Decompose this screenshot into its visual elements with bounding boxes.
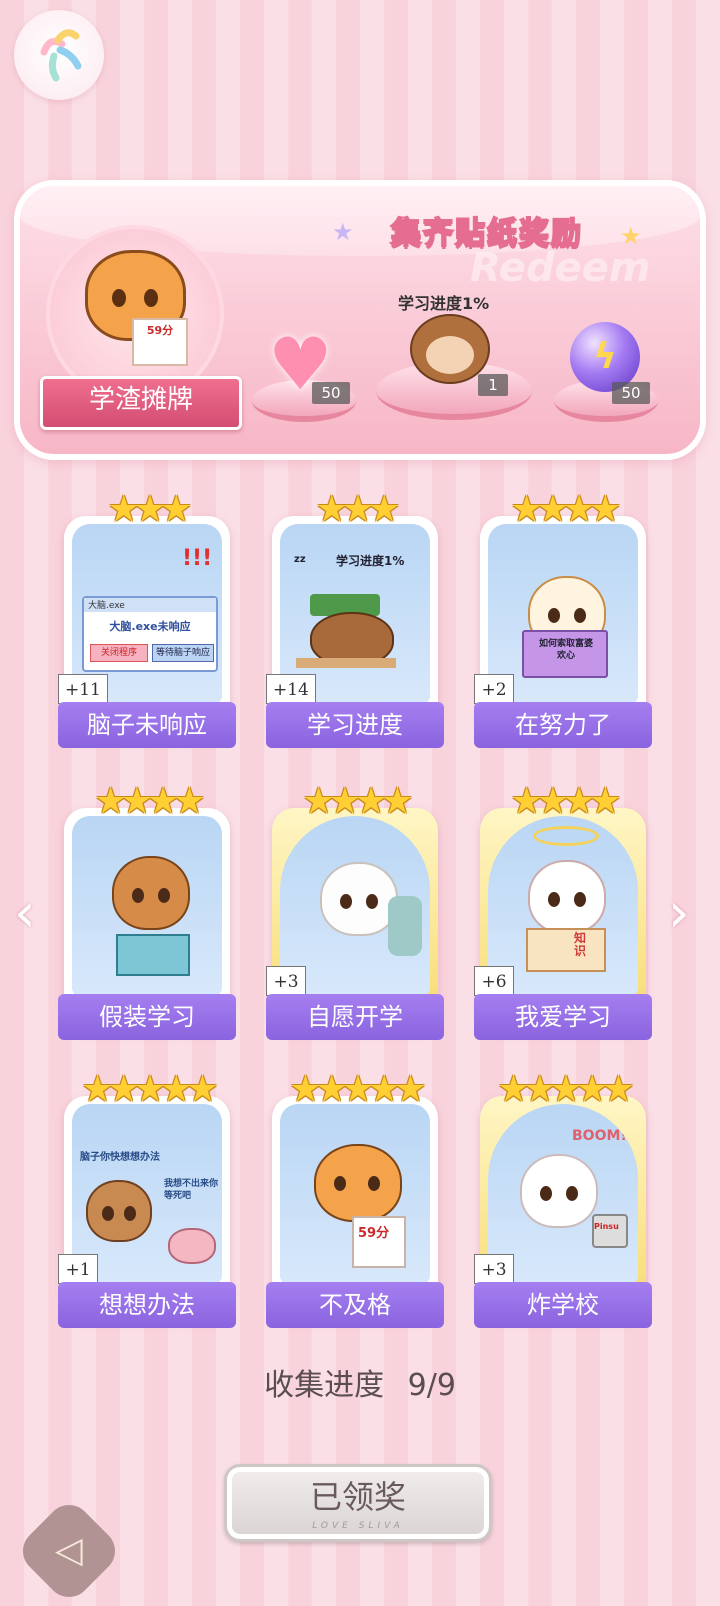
art-bubble-text: 脑子你快想想办法	[80, 1152, 160, 1163]
sticker-count: +11	[58, 674, 108, 704]
progress-label: 收集进度	[264, 1368, 385, 1403]
star-icon: ★	[332, 218, 354, 246]
claimed-button[interactable]: 已领奖 LOVE SLIVA	[224, 1464, 492, 1542]
sticker-name: 在努力了	[474, 702, 652, 748]
sticker-count: +14	[266, 674, 316, 704]
close-program-label: 关闭程序	[90, 644, 148, 662]
star-icon: ★	[620, 222, 642, 250]
sticker-art	[72, 816, 222, 996]
sticker-name: 学习进度	[266, 702, 444, 748]
reward-bubble-text: 学习进度1%	[398, 294, 490, 313]
sticker-card[interactable]: ★★★★★ 脑子你快想想办法 我想不出来你等死吧 +1 想想办法	[58, 1070, 236, 1328]
sticker-name: 假装学习	[58, 994, 236, 1040]
back-arrow-icon: ◁	[55, 1530, 83, 1571]
boom-text: BOOM!!	[572, 1128, 634, 1144]
progress-value: 9/9	[407, 1368, 456, 1403]
paper-score: 59分	[358, 1226, 390, 1241]
reward-count: 50	[612, 382, 650, 404]
art-bubble-text: 我想不出来你等死吧	[164, 1179, 219, 1201]
claimed-sub-label: LOVE SLIVA	[312, 1521, 404, 1531]
book-title: 如何索取富婆欢心	[538, 639, 593, 661]
sticker-name: 想想办法	[58, 1282, 236, 1328]
banner-title: 集齐贴纸奖励	[390, 215, 583, 252]
bomb-label: Pinsu	[594, 1222, 619, 1231]
window-title: 大脑.exe	[84, 598, 216, 612]
reward-count: 50	[312, 382, 350, 404]
sticker-card[interactable]: ★★★★ +3 自愿开学	[266, 782, 444, 1040]
claimed-label: 已领奖	[309, 1478, 406, 1516]
sticker-card[interactable]: ★★★★★ 59分 不及格	[266, 1070, 444, 1328]
sticker-count: +2	[474, 674, 514, 704]
sticker-name: 不及格	[266, 1282, 444, 1328]
collection-progress: 收集进度 9/9	[0, 1360, 720, 1404]
sticker-card[interactable]: ★★★★★ BOOM!! Pinsu +3 炸学校	[474, 1070, 652, 1328]
sticker-count: +6	[474, 966, 514, 996]
sleep-zz: zz	[294, 554, 306, 565]
sticker-count: +3	[474, 1254, 514, 1284]
window-message: 大脑.exe未响应	[109, 620, 191, 633]
sticker-card[interactable]: ★★★★ 知识 +6 我爱学习	[474, 782, 652, 1040]
sticker-card[interactable]: ★★★★ 如何索取富婆欢心 +2 在努力了	[474, 490, 652, 748]
tiger-paper-text: 59分	[132, 318, 188, 366]
sticker-name: 自愿开学	[266, 994, 444, 1040]
sticker-name: 脑子未响应	[58, 702, 236, 748]
chevron-left-icon[interactable]: ‹	[14, 886, 36, 940]
art-bubble-text: 学习进度1%	[336, 554, 405, 568]
back-button[interactable]: ◁	[13, 1495, 125, 1606]
sticker-art: 59分	[280, 1104, 430, 1284]
book-title: 知识	[574, 931, 587, 958]
sticker-name: 我爱学习	[474, 994, 652, 1040]
sticker-card[interactable]: ★★★ !!! 大脑.exe 大脑.exe未响应 关闭程序 等待脑子响应 +11…	[58, 490, 236, 748]
app-logo-icon[interactable]	[14, 10, 104, 100]
reward-count: 1	[478, 374, 508, 396]
sticker-count: +3	[266, 966, 306, 996]
sticker-card[interactable]: ★★★ 学习进度1% zz +14 学习进度	[266, 490, 444, 748]
chevron-right-icon[interactable]: ›	[668, 886, 690, 940]
sticker-card[interactable]: ★★★★ 假装学习	[58, 782, 236, 1040]
wait-response-label: 等待脑子响应	[152, 644, 214, 662]
sticker-name: 炸学校	[474, 1282, 652, 1328]
set-name-ribbon: 学渣摊牌	[40, 376, 242, 430]
sticker-count: +1	[58, 1254, 98, 1284]
